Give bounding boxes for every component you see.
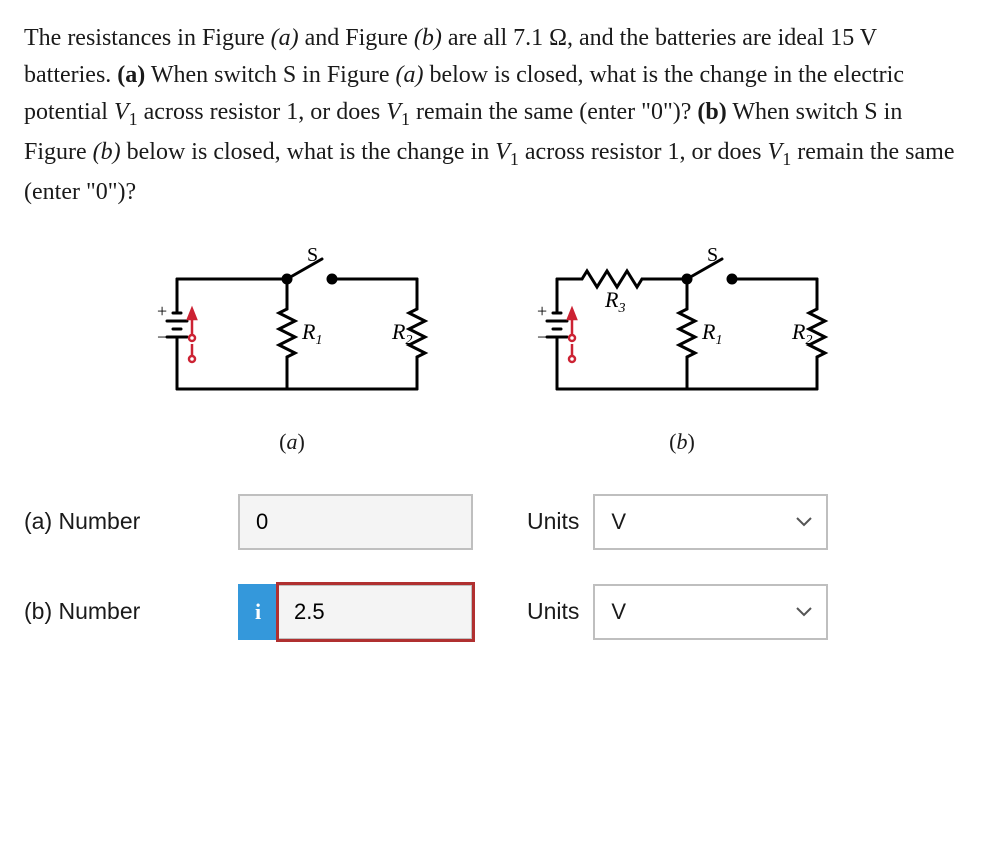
plus-label: + bbox=[157, 301, 167, 321]
r2-label: R2 bbox=[391, 319, 412, 348]
figure-b-label: (b) bbox=[527, 425, 837, 459]
minus-label: − bbox=[157, 327, 167, 347]
minus-label: − bbox=[537, 327, 547, 347]
r2-label-b: R2 bbox=[791, 319, 812, 348]
info-badge-icon[interactable]: i bbox=[238, 584, 278, 640]
units-label-b: Units bbox=[527, 594, 579, 630]
figure-b: + − R3 S R1 R2 (b) bbox=[527, 239, 837, 459]
answer-b-number-input[interactable] bbox=[278, 584, 473, 640]
figure-a-label: (a) bbox=[147, 425, 437, 459]
question-text: The resistances in Figure (a) and Figure… bbox=[24, 20, 960, 211]
units-select-b[interactable]: V bbox=[593, 584, 828, 640]
answer-row-b: (b) Number i Units V bbox=[24, 584, 960, 640]
r3-label: R3 bbox=[604, 287, 625, 316]
r1-label-b: R1 bbox=[701, 319, 722, 348]
units-label-a: Units bbox=[527, 504, 579, 540]
plus-label: + bbox=[537, 301, 547, 321]
r1-label: R1 bbox=[301, 319, 322, 348]
answer-a-number-input[interactable] bbox=[238, 494, 473, 550]
units-select-a[interactable]: V bbox=[593, 494, 828, 550]
switch-s-label: S bbox=[307, 244, 318, 266]
chevron-down-icon bbox=[796, 607, 812, 617]
answer-b-input-wrap: i bbox=[238, 584, 473, 640]
part-a-label: (a) Number bbox=[24, 504, 224, 540]
figure-a: + − S R1 R2 (a) bbox=[147, 239, 437, 459]
units-value-a: V bbox=[611, 505, 626, 539]
circuit-b-svg: + − R3 S R1 R2 bbox=[527, 239, 837, 419]
chevron-down-icon bbox=[796, 517, 812, 527]
answer-row-a: (a) Number Units V bbox=[24, 494, 960, 550]
figures-row: + − S R1 R2 (a) bbox=[24, 239, 960, 459]
circuit-a-svg: + − S R1 R2 bbox=[147, 239, 437, 419]
switch-s-label-b: S bbox=[707, 244, 718, 266]
part-b-label: (b) Number bbox=[24, 594, 224, 630]
answers-block: (a) Number Units V (b) Number i Units V bbox=[24, 494, 960, 640]
units-value-b: V bbox=[611, 595, 626, 629]
